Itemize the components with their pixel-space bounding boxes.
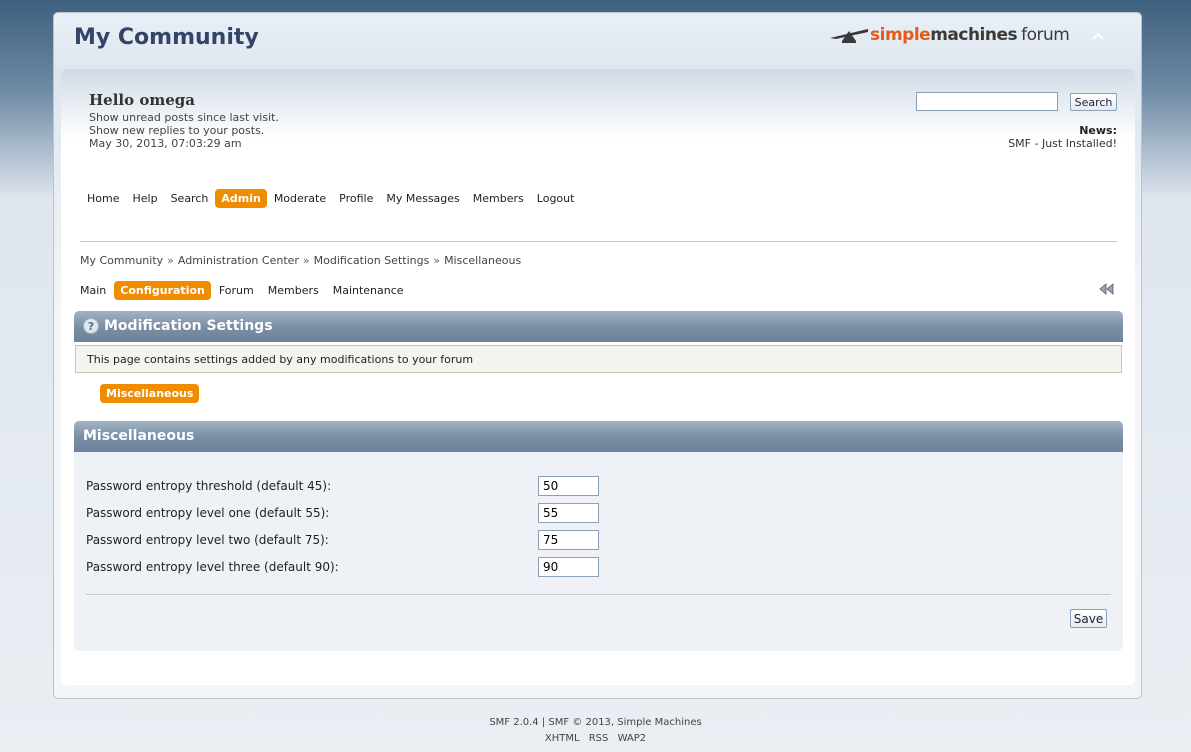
- footer: SMF 2.0.4 | SMF © 2013, Simple Machines …: [0, 715, 1191, 747]
- setting-row: Password entropy level one (default 55):: [86, 503, 606, 525]
- entropy-level-one-input[interactable]: [538, 503, 599, 523]
- breadcrumb-item-miscellaneous[interactable]: Miscellaneous: [444, 254, 521, 267]
- smf-logo[interactable]: simplemachines forum: [830, 25, 1070, 47]
- breadcrumb-separator: »: [433, 254, 441, 267]
- entropy-threshold-input[interactable]: [538, 476, 599, 496]
- content-box: Hello omega Show unread posts since last…: [61, 69, 1135, 685]
- section-title: Modification Settings: [104, 318, 273, 334]
- setting-row: Password entropy level three (default 90…: [86, 557, 606, 579]
- settings-title: Miscellaneous: [83, 428, 195, 444]
- menu-item-admin[interactable]: Admin: [215, 189, 267, 208]
- menu-item-logout[interactable]: Logout: [531, 189, 581, 208]
- double-chevron-left-icon[interactable]: [1099, 283, 1115, 298]
- breadcrumb-item-community[interactable]: My Community: [80, 254, 163, 267]
- current-datetime: May 30, 2013, 07:03:29 am: [89, 137, 242, 150]
- setting-row: Password entropy level two (default 75):: [86, 530, 606, 552]
- tab-members[interactable]: Members: [262, 281, 325, 300]
- menu-item-members[interactable]: Members: [467, 189, 530, 208]
- menu-item-help[interactable]: Help: [126, 189, 163, 208]
- search-input[interactable]: [916, 92, 1058, 111]
- footer-link-rss[interactable]: RSS: [589, 733, 609, 744]
- footer-link-xhtml[interactable]: XHTML: [545, 733, 580, 744]
- search-form: Search: [916, 92, 1117, 111]
- tab-maintenance[interactable]: Maintenance: [327, 281, 410, 300]
- divider: [86, 594, 1111, 595]
- miscellaneous-header: Miscellaneous: [74, 421, 1123, 452]
- menu-item-profile[interactable]: Profile: [333, 189, 379, 208]
- menu-item-home[interactable]: Home: [81, 189, 125, 208]
- user-section: Hello omega Show unread posts since last…: [89, 91, 329, 150]
- logo-mark-icon: [830, 29, 868, 43]
- admin-tabs: Main Configuration Forum Members Mainten…: [74, 281, 412, 300]
- help-icon[interactable]: ?: [83, 318, 99, 334]
- entropy-level-two-input[interactable]: [538, 530, 599, 550]
- divider: [80, 241, 1117, 242]
- breadcrumb-item-modification-settings[interactable]: Modification Settings: [314, 254, 430, 267]
- unread-posts-link[interactable]: Show unread posts since last visit.: [89, 111, 329, 124]
- news-text: SMF - Just Installed!: [1008, 137, 1117, 150]
- search-button[interactable]: Search: [1070, 93, 1117, 111]
- save-button[interactable]: Save: [1070, 609, 1107, 628]
- breadcrumb-separator: »: [302, 254, 310, 267]
- menu-item-moderate[interactable]: Moderate: [268, 189, 332, 208]
- setting-label: Password entropy level three (default 90…: [86, 560, 339, 574]
- menu-item-search[interactable]: Search: [165, 189, 215, 208]
- user-greeting: Hello omega: [89, 91, 195, 109]
- new-replies-link[interactable]: Show new replies to your posts.: [89, 124, 329, 137]
- footer-links: XHTML RSS WAP2: [0, 731, 1191, 747]
- section-description: This page contains settings added by any…: [75, 345, 1122, 373]
- tab-main[interactable]: Main: [74, 281, 112, 300]
- news-block: News: SMF - Just Installed!: [1008, 124, 1117, 150]
- tab-forum[interactable]: Forum: [213, 281, 260, 300]
- modification-settings-header: ? Modification Settings: [74, 311, 1123, 342]
- breadcrumb: My Community» Administration Center» Modif…: [80, 254, 521, 267]
- setting-row: Password entropy threshold (default 45):: [86, 476, 606, 498]
- breadcrumb-separator: »: [167, 254, 174, 267]
- forum-wrapper: My Community simplemachines forum Hello o…: [53, 12, 1142, 699]
- tab-miscellaneous[interactable]: Miscellaneous: [100, 384, 200, 403]
- setting-label: Password entropy level one (default 55):: [86, 506, 330, 520]
- setting-label: Password entropy level two (default 75):: [86, 533, 329, 547]
- footer-copyright[interactable]: SMF 2.0.4 | SMF © 2013, Simple Machines: [0, 715, 1191, 731]
- menu-item-my-messages[interactable]: My Messages: [380, 189, 465, 208]
- chevron-up-icon[interactable]: [1090, 29, 1106, 45]
- main-menu: Home Help Search Admin Moderate Profile …: [81, 189, 581, 208]
- breadcrumb-item-admin-center[interactable]: Administration Center: [178, 254, 299, 267]
- news-title: News:: [1079, 124, 1117, 137]
- setting-label: Password entropy threshold (default 45):: [86, 479, 332, 493]
- logo-text: simplemachines forum: [870, 25, 1070, 45]
- entropy-level-three-input[interactable]: [538, 557, 599, 577]
- settings-panel: Password entropy threshold (default 45):…: [74, 452, 1123, 651]
- forum-title: My Community: [74, 25, 259, 50]
- footer-link-wap2[interactable]: WAP2: [618, 733, 647, 744]
- tab-configuration[interactable]: Configuration: [114, 281, 211, 300]
